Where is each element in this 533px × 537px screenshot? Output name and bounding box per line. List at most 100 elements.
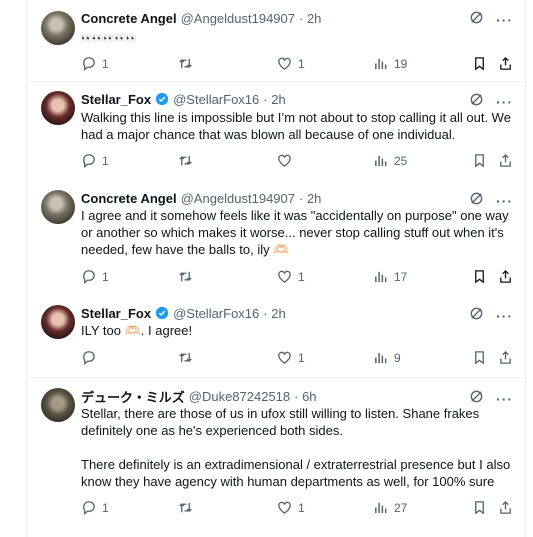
share-button[interactable] <box>498 56 513 71</box>
more-icon[interactable]: ··· <box>496 12 513 28</box>
tweet-line: definitely one as he's experienced both … <box>81 423 343 438</box>
tweet-header: Stellar_Fox @StellarFox16 · 2h <box>81 304 286 322</box>
author-handle[interactable]: @StellarFox16 <box>173 306 259 321</box>
tweet-time[interactable]: · 2h <box>299 191 321 206</box>
reply-icon <box>83 154 95 168</box>
like-icon <box>278 501 291 514</box>
avatar[interactable] <box>41 11 75 45</box>
views-count: 9 <box>394 350 401 365</box>
retweet-button[interactable] <box>178 500 199 515</box>
views-button[interactable]: 25 <box>373 153 407 168</box>
avatar[interactable] <box>41 190 75 224</box>
bookmark-button[interactable] <box>472 153 487 168</box>
tweet-text: I agree and it somehow feels like it was… <box>81 207 513 258</box>
views-icon <box>375 155 387 167</box>
retweet-button[interactable] <box>178 153 199 168</box>
share-icon <box>500 56 511 70</box>
reply-count: 1 <box>102 153 109 168</box>
author-name[interactable]: Stellar_Fox <box>81 92 151 107</box>
more-icon[interactable]: ··· <box>496 94 513 110</box>
like-count: 1 <box>298 500 305 515</box>
tweet[interactable]: デューク・ミルズ @Duke87242518 · 6h ··· Stellar,… <box>27 378 527 537</box>
bookmark-icon <box>475 351 484 365</box>
views-button[interactable]: 19 <box>373 56 407 71</box>
like-count: 1 <box>298 56 305 71</box>
tweet-line: had a major chance that was blown all be… <box>81 127 456 142</box>
tweet-time[interactable]: · 2h <box>299 11 321 26</box>
reply-icon <box>83 270 95 284</box>
tweet[interactable]: Stellar_Fox @StellarFox16 · 2h ··· Walki… <box>27 82 527 178</box>
like-button[interactable]: 1 <box>277 269 305 284</box>
bookmark-button[interactable] <box>472 269 487 284</box>
views-button[interactable]: 17 <box>373 269 407 284</box>
reply-button[interactable]: 1 <box>81 269 109 284</box>
views-icon <box>375 271 387 283</box>
tweet-time[interactable]: · 2h <box>263 306 285 321</box>
avatar[interactable] <box>41 91 75 125</box>
bookmark-icon <box>475 57 484 71</box>
tweet-actions: 1 1 17 <box>81 269 513 287</box>
like-icon <box>278 57 291 70</box>
tweet-line: Walking this line is impossible but I’m … <box>81 110 511 125</box>
tweet-line: 👀👀👀👀👀 <box>81 33 138 43</box>
tweet-time[interactable]: · 6h <box>294 389 316 404</box>
views-icon <box>375 502 387 514</box>
verified-badge-icon <box>155 92 169 106</box>
tweet-time[interactable]: · 2h <box>263 92 285 107</box>
tweet-text: Stellar, there are those of us in ufox s… <box>81 405 513 490</box>
reply-button[interactable]: 1 <box>81 153 109 168</box>
retweet-icon <box>179 271 192 282</box>
views-button[interactable]: 27 <box>373 500 407 515</box>
tweet-text: Walking this line is impossible but I’m … <box>81 109 513 143</box>
like-icon <box>278 154 291 167</box>
author-handle[interactable]: @Angeldust194907 <box>181 191 295 206</box>
bookmark-icon <box>475 501 484 515</box>
share-button[interactable] <box>498 350 513 365</box>
share-icon <box>500 500 511 514</box>
reply-button[interactable] <box>81 350 102 365</box>
retweet-icon <box>179 155 192 166</box>
like-button[interactable]: 1 <box>277 56 305 71</box>
retweet-button[interactable] <box>178 269 199 284</box>
author-name[interactable]: デューク・ミルズ <box>81 387 185 406</box>
tweet-line: needed, few have the balls to, ily 🫶🏻 <box>81 242 290 257</box>
retweet-button[interactable] <box>178 350 199 365</box>
like-button[interactable] <box>277 153 298 168</box>
views-count: 25 <box>394 153 408 168</box>
tweet-actions: 1 1 19 <box>81 56 513 74</box>
like-icon <box>278 270 291 283</box>
verified-badge-icon <box>155 306 169 320</box>
bookmark-button[interactable] <box>472 350 487 365</box>
avatar[interactable] <box>41 388 75 422</box>
author-handle[interactable]: @Duke87242518 <box>189 389 290 404</box>
tweet-header: Concrete Angel @Angeldust194907 · 2h <box>81 9 321 27</box>
tweet-line: ILY too 🫶🏻. I agree! <box>81 323 193 338</box>
author-name[interactable]: Stellar_Fox <box>81 306 151 321</box>
tweet-text: 👀👀👀👀👀 <box>81 30 513 47</box>
views-button[interactable]: 9 <box>373 350 401 365</box>
author-handle[interactable]: @Angeldust194907 <box>181 11 295 26</box>
like-button[interactable]: 1 <box>277 500 305 515</box>
bookmark-button[interactable] <box>472 56 487 71</box>
share-icon <box>500 153 511 167</box>
reply-button[interactable]: 1 <box>81 56 109 71</box>
author-name[interactable]: Concrete Angel <box>81 11 177 26</box>
share-button[interactable] <box>498 153 513 168</box>
reply-button[interactable]: 1 <box>81 500 109 515</box>
avatar[interactable] <box>41 305 75 339</box>
tweet[interactable]: Concrete Angel @Angeldust194907 · 2h ···… <box>27 178 527 295</box>
share-button[interactable] <box>498 500 513 515</box>
share-button[interactable] <box>498 269 513 284</box>
retweet-icon <box>179 58 192 69</box>
author-name[interactable]: Concrete Angel <box>81 191 177 206</box>
tweet[interactable]: Stellar_Fox @StellarFox16 · 2h ··· ILY t… <box>27 295 527 378</box>
tweet[interactable]: Concrete Angel @Angeldust194907 · 2h ···… <box>27 0 527 82</box>
bookmark-button[interactable] <box>472 500 487 515</box>
views-count: 19 <box>394 56 408 71</box>
author-handle[interactable]: @StellarFox16 <box>173 92 259 107</box>
retweet-button[interactable] <box>178 56 199 71</box>
views-count: 27 <box>394 500 408 515</box>
grok-icon[interactable] <box>469 10 484 30</box>
like-button[interactable]: 1 <box>277 350 305 365</box>
tweet-text: ILY too 🫶🏻. I agree! <box>81 322 513 339</box>
